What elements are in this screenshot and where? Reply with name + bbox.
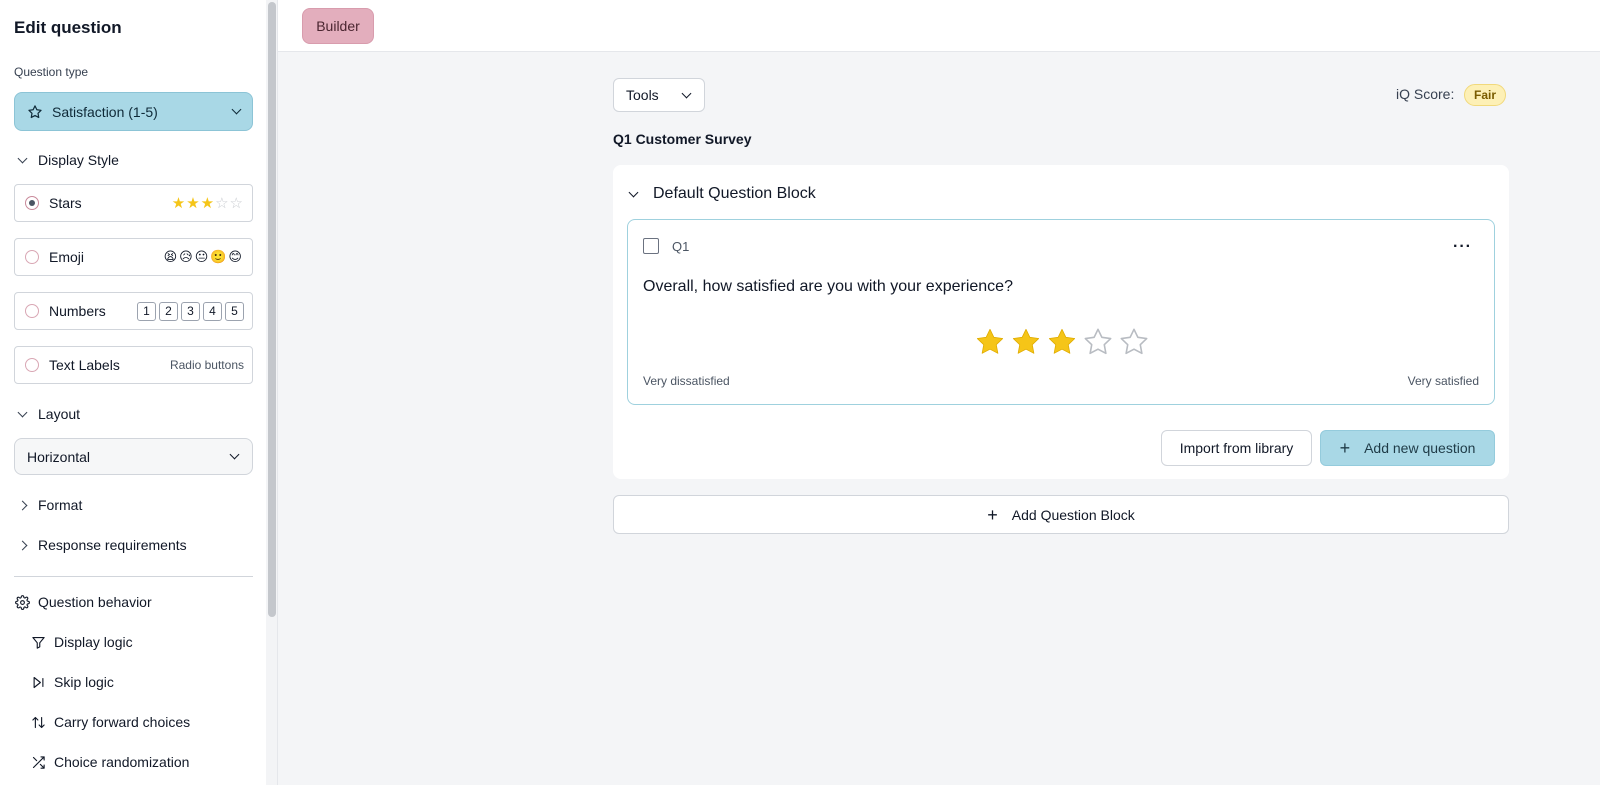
choice-randomization-label: Choice randomization [54, 754, 190, 770]
layout-select[interactable]: Horizontal [14, 438, 253, 475]
filter-icon [31, 636, 45, 649]
more-options-icon[interactable]: ··· [1453, 238, 1472, 256]
text-labels-preview: Radio buttons [169, 358, 244, 372]
number-box: 1 [137, 301, 156, 321]
question-type-label: Question type [14, 65, 89, 79]
chevron-down-icon [17, 407, 27, 417]
question-type-value: Satisfaction (1-5) [52, 103, 158, 120]
chevron-right-icon [17, 500, 27, 510]
add-new-question-label: Add new question [1364, 440, 1476, 456]
iq-score-badge[interactable]: Fair [1464, 84, 1507, 106]
add-new-question-button[interactable]: + Add new question [1320, 430, 1495, 466]
question-select-checkbox[interactable] [643, 238, 659, 254]
chevron-down-icon [681, 88, 692, 98]
sidebar-divider [14, 576, 253, 577]
question-number: Q1 [672, 239, 690, 254]
layout-value: Horizontal [27, 448, 91, 465]
radio-unselected[interactable] [25, 304, 39, 318]
number-box: 3 [181, 301, 200, 321]
skip-icon [33, 676, 43, 688]
stars-preview: ★★★☆☆ [171, 195, 244, 212]
layout-heading: Layout [38, 406, 81, 422]
format-heading: Format [38, 497, 83, 513]
question-behavior-heading: Question behavior [38, 594, 152, 610]
display-style-option-text-labels[interactable]: Text Labels Radio buttons [14, 346, 253, 384]
response-requirements-toggle[interactable]: Response requirements [14, 537, 187, 553]
question-type-select[interactable]: Satisfaction (1-5) [14, 92, 253, 131]
edit-question-sidebar: Edit question Question type Satisfaction… [0, 0, 278, 785]
tools-dropdown[interactable]: Tools [613, 78, 705, 112]
number-box: 2 [159, 301, 178, 321]
block-title: Default Question Block [653, 185, 816, 202]
top-bar: Builder [278, 0, 1600, 52]
star-empty-icon[interactable] [1082, 326, 1114, 358]
display-style-option-stars[interactable]: Stars ★★★☆☆ [14, 184, 253, 222]
tools-label: Tools [626, 87, 659, 103]
arrows-updown-icon [31, 716, 45, 728]
rating-stars [974, 326, 1150, 358]
chevron-down-icon [231, 104, 242, 115]
number-box: 4 [203, 301, 222, 321]
display-style-option-numbers[interactable]: Numbers 1 2 3 4 5 [14, 292, 253, 330]
add-question-block-label: Add Question Block [1011, 506, 1135, 523]
emoji-preview: 😫😥😐🙂😊 [163, 249, 244, 264]
radio-unselected[interactable] [25, 358, 39, 372]
layout-toggle[interactable]: Layout [14, 406, 80, 422]
radio-selected[interactable] [25, 196, 39, 210]
block-header[interactable]: Default Question Block [628, 185, 816, 203]
chevron-down-icon [229, 449, 240, 460]
chevron-down-icon [17, 153, 27, 163]
add-question-block-button[interactable]: + Add Question Block [613, 495, 1509, 534]
star-filled-icon[interactable] [1010, 326, 1042, 358]
option-label: Emoji [49, 249, 85, 265]
import-from-library-button[interactable]: Import from library [1161, 430, 1312, 466]
question-text[interactable]: Overall, how satisfied are you with your… [643, 278, 1013, 296]
chevron-right-icon [17, 540, 27, 550]
display-style-toggle[interactable]: Display Style [14, 152, 119, 168]
sidebar-scrollbar-thumb[interactable] [268, 2, 276, 617]
numbers-preview: 1 2 3 4 5 [137, 301, 244, 321]
question-card[interactable]: Q1 ··· Overall, how satisfied are you wi… [627, 219, 1495, 405]
format-toggle[interactable]: Format [14, 497, 82, 513]
gear-icon [14, 594, 30, 610]
carry-forward-label: Carry forward choices [54, 714, 191, 730]
plus-icon: + [987, 504, 998, 525]
star-filled-icon[interactable] [974, 326, 1006, 358]
star-outline-icon [28, 104, 42, 118]
number-box: 5 [225, 301, 244, 321]
chevron-down-icon [628, 187, 639, 197]
choice-randomization-item[interactable]: Choice randomization [30, 754, 189, 770]
plus-icon: + [1339, 438, 1351, 458]
skip-logic-label: Skip logic [54, 674, 114, 690]
display-logic-label: Display logic [54, 634, 133, 650]
display-style-heading: Display Style [38, 152, 119, 168]
builder-tab[interactable]: Builder [302, 8, 374, 44]
skip-logic-item[interactable]: Skip logic [30, 674, 114, 690]
option-label: Stars [49, 195, 82, 211]
option-label: Text Labels [49, 357, 120, 373]
response-requirements-heading: Response requirements [38, 537, 187, 553]
scale-min-label: Very dissatisfied [643, 374, 730, 388]
carry-forward-item[interactable]: Carry forward choices [30, 714, 190, 730]
scale-max-label: Very satisfied [1407, 374, 1479, 388]
survey-title: Q1 Customer Survey [613, 131, 752, 147]
question-behavior-heading-row: Question behavior [14, 594, 152, 610]
sidebar-title: Edit question [14, 18, 122, 37]
question-block: Default Question Block Q1 ··· Overall, h… [613, 165, 1509, 479]
display-style-option-emoji[interactable]: Emoji 😫😥😐🙂😊 [14, 238, 253, 276]
display-logic-item[interactable]: Display logic [30, 634, 133, 650]
iq-score-label: iQ Score: [1396, 86, 1455, 102]
radio-unselected[interactable] [25, 250, 39, 264]
star-filled-icon[interactable] [1046, 326, 1078, 358]
star-empty-icon[interactable] [1118, 326, 1150, 358]
shuffle-icon [32, 755, 45, 769]
option-label: Numbers [49, 303, 106, 319]
